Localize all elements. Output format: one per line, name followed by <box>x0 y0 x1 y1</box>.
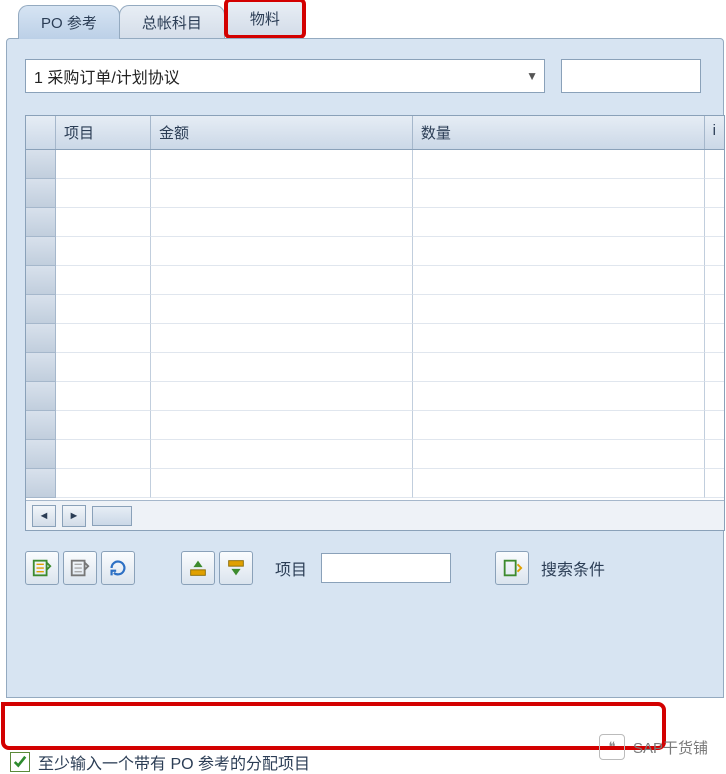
table-row[interactable] <box>26 266 724 295</box>
grid-scrollbar[interactable]: ◄ ► <box>26 500 724 530</box>
tab-material[interactable]: 物料 <box>224 0 306 39</box>
dropdown-value: 1 采购订单/计划协议 <box>34 64 180 88</box>
table-row[interactable] <box>26 150 724 179</box>
scroll-left-icon[interactable]: ◄ <box>32 505 56 527</box>
table-row[interactable] <box>26 295 724 324</box>
watermark-text: SAP干货铺 <box>633 737 708 758</box>
check-icon <box>10 752 30 772</box>
reference-number-input[interactable] <box>561 59 701 93</box>
sort-desc-button[interactable] <box>219 551 253 585</box>
content-panel: 1 采购订单/计划协议 ▼ 项目 金额 数量 i ◄ <box>6 38 724 698</box>
table-row[interactable] <box>26 469 724 498</box>
grid-body <box>26 150 724 500</box>
item-label: 项目 <box>275 556 307 580</box>
col-item[interactable]: 项目 <box>56 116 151 149</box>
reference-type-dropdown[interactable]: 1 采购订单/计划协议 ▼ <box>25 59 545 93</box>
table-row[interactable] <box>26 440 724 469</box>
tab-gl-account[interactable]: 总帐科目 <box>119 5 225 39</box>
col-amount[interactable]: 金额 <box>151 116 413 149</box>
status-message: 至少输入一个带有 PO 参考的分配项目 <box>38 750 310 774</box>
deselect-all-button[interactable] <box>63 551 97 585</box>
chevron-down-icon: ▼ <box>526 69 538 83</box>
table-row[interactable] <box>26 237 724 266</box>
refresh-button[interactable] <box>101 551 135 585</box>
wechat-icon: ❝ <box>599 734 625 760</box>
table-row[interactable] <box>26 382 724 411</box>
watermark: ❝ SAP干货铺 <box>599 734 708 760</box>
table-row[interactable] <box>26 324 724 353</box>
search-label: 搜索条件 <box>541 556 605 580</box>
scroll-thumb[interactable] <box>92 506 132 526</box>
status-highlight-box <box>1 702 666 750</box>
table-row[interactable] <box>26 353 724 382</box>
sort-asc-button[interactable] <box>181 551 215 585</box>
col-selector[interactable] <box>26 116 56 149</box>
grid-toolbar: 项目 搜索条件 <box>25 551 719 585</box>
items-grid: 项目 金额 数量 i ◄ ► <box>25 115 725 531</box>
filter-row: 1 采购订单/计划协议 ▼ <box>25 59 719 93</box>
scroll-right-icon[interactable]: ► <box>62 505 86 527</box>
grid-header: 项目 金额 数量 i <box>26 116 724 150</box>
tab-strip: PO 参考 总帐科目 物料 <box>18 6 726 38</box>
status-bar: 至少输入一个带有 PO 参考的分配项目 <box>10 750 310 774</box>
select-all-button[interactable] <box>25 551 59 585</box>
col-qty[interactable]: 数量 <box>413 116 705 149</box>
table-row[interactable] <box>26 411 724 440</box>
table-row[interactable] <box>26 179 724 208</box>
col-more[interactable]: i <box>705 116 724 149</box>
item-input[interactable] <box>321 553 451 583</box>
table-row[interactable] <box>26 208 724 237</box>
tab-po-reference[interactable]: PO 参考 <box>18 5 120 39</box>
search-criteria-button[interactable] <box>495 551 529 585</box>
